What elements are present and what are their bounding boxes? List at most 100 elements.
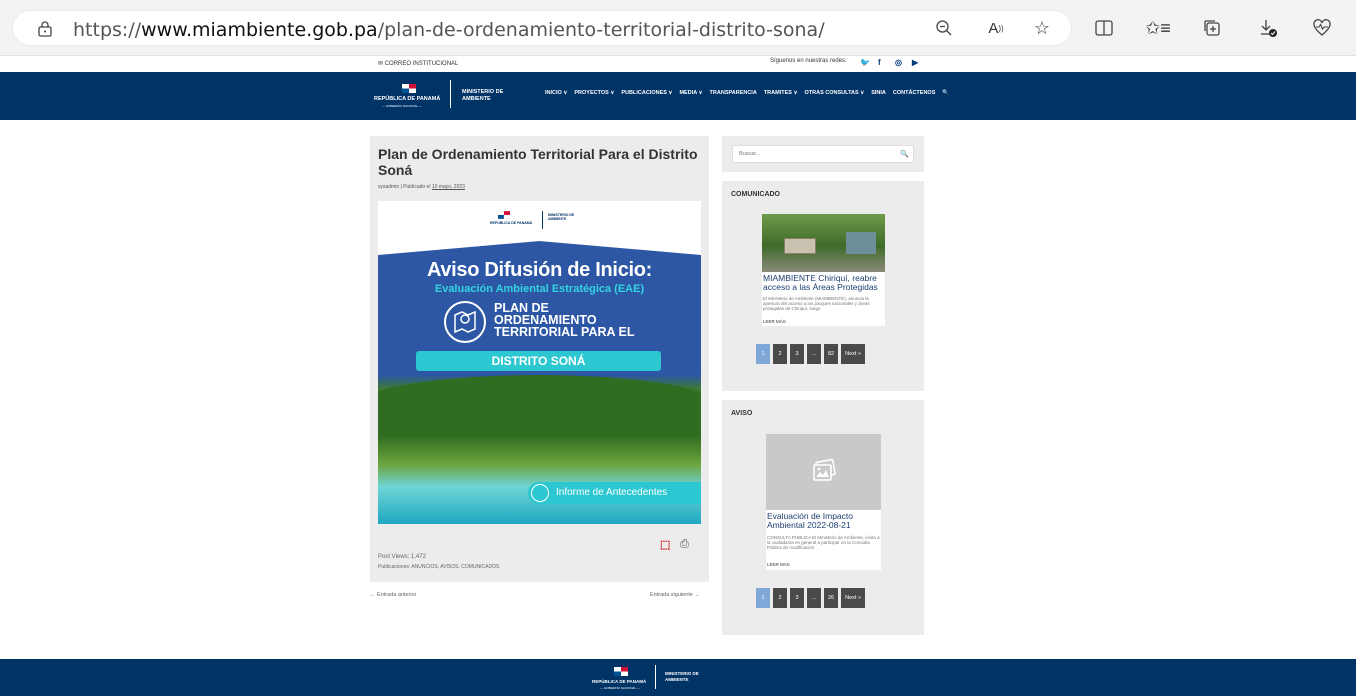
follow-label: Síguenos en nuestras redes:: [770, 58, 847, 64]
footer-republica: REPÚBLICA DE PANAMÁ: [592, 679, 647, 684]
poster-subheading: Evaluación Ambiental Estratégica (EAE): [434, 283, 645, 295]
favorites-icon[interactable]: ✩≡: [1145, 16, 1171, 40]
nav-publicaciones[interactable]: PUBLICACIONES ∨: [621, 90, 672, 96]
youtube-icon[interactable]: ▶: [912, 58, 920, 67]
site-footer: REPÚBLICA DE PANAMÁ — GOBIERNO NACIONAL …: [0, 659, 1356, 696]
page-2[interactable]: 2: [773, 344, 787, 364]
nav-inicio[interactable]: INICIO ∨: [545, 90, 567, 96]
correo-institucional-link[interactable]: ✉ CORREO INSTITUCIONAL: [378, 60, 458, 67]
ministerio-line1: MINISTERIO DE: [462, 89, 504, 95]
comunicado-card-title[interactable]: MIAMBIENTE Chiriquí, reabre acceso a las…: [763, 274, 884, 292]
poster-divider: [542, 211, 543, 229]
poster-header: [378, 201, 701, 241]
nav-sinia[interactable]: SINIA: [871, 90, 886, 96]
page-1[interactable]: 1: [756, 588, 770, 608]
main-nav: INICIO ∨ PROYECTOS ∨ PUBLICACIONES ∨ MED…: [545, 90, 949, 96]
read-aloud-icon[interactable]: A)): [984, 16, 1008, 40]
aviso-card-title[interactable]: Evaluación de Impacto Ambiental 2022-08-…: [767, 512, 880, 530]
comunicado-card-photo: [762, 214, 885, 272]
page-ellipsis: ...: [807, 588, 821, 608]
post-views: Post Views: 1,472: [378, 554, 426, 560]
page-next[interactable]: Next »: [841, 344, 866, 364]
nav-media[interactable]: MEDIA ∨: [679, 90, 702, 96]
poster-ministerio: MINISTERIO DE AMBIENTE: [548, 213, 575, 221]
footer-ministerio-line2: AMBIENTE: [665, 677, 689, 682]
poster-image[interactable]: REPÚBLICA DE PANAMÁ MINISTERIO DE AMBIEN…: [378, 201, 701, 524]
split-screen-icon[interactable]: [1092, 16, 1116, 40]
panama-flag-icon: [402, 84, 416, 93]
poster-plan-text: PLAN DE ORDENAMIENTO TERRITORIAL PARA EL: [494, 302, 635, 339]
article-title: Plan de Ordenamiento Territorial Para el…: [378, 146, 698, 178]
ministerio-line2: AMBIENTE: [462, 96, 491, 102]
next-entry-link[interactable]: Entrada siguiente →: [650, 592, 700, 598]
comunicado-widget: COMUNICADO MIAMBIENTE Chiriquí, reabre a…: [722, 181, 924, 391]
nav-otras-consultas[interactable]: OTRAS CONSULTAS ∨: [804, 90, 864, 96]
page-1[interactable]: 1: [756, 344, 770, 364]
footer-flag-icon: [614, 667, 628, 676]
aviso-widget: AVISO Evaluación de Impacto Ambiental 20…: [722, 400, 924, 635]
aviso-card[interactable]: Evaluación de Impacto Ambiental 2022-08-…: [766, 434, 881, 570]
poster-informe-label: Informe de Antecedentes: [528, 482, 701, 504]
previous-entry-link[interactable]: ← Entrada anterior: [370, 592, 416, 598]
meta-date-link[interactable]: 10 mayo, 2023: [432, 184, 465, 190]
nav-proyectos[interactable]: PROYECTOS ∨: [574, 90, 614, 96]
aviso-card-placeholder: [766, 434, 881, 510]
nav-contactenos[interactable]: CONTÁCTENOS: [893, 90, 935, 96]
favorite-star-icon[interactable]: ☆: [1030, 16, 1054, 40]
aviso-pagination: 1 2 3 ... 26 Next »: [756, 588, 866, 608]
url-path: /plan-de-ordenamiento-territorial-distri…: [377, 19, 825, 41]
building: [846, 232, 876, 254]
gobierno-text: — GOBIERNO NACIONAL —: [382, 104, 422, 108]
page-2[interactable]: 2: [773, 588, 787, 608]
comunicado-title: COMUNICADO: [731, 191, 780, 198]
pdf-icon[interactable]: ⬚: [660, 538, 672, 551]
island-forest: [378, 375, 701, 435]
address-bar[interactable]: https://www.miambiente.gob.pa/plan-de-or…: [12, 10, 1072, 46]
poster-plan-line3: TERRITORIAL PARA EL: [494, 325, 635, 339]
map-icon: [444, 301, 486, 343]
search-icon[interactable]: 🔍: [900, 150, 909, 158]
url-scheme: https://: [73, 19, 142, 41]
search-widget: [722, 136, 924, 172]
footer-divider: [655, 665, 656, 689]
page-last[interactable]: 82: [824, 344, 839, 364]
poster-wedge-left: [378, 241, 540, 255]
poster-republic: REPÚBLICA DE PANAMÁ: [490, 221, 533, 225]
downloads-icon[interactable]: [1256, 16, 1280, 40]
url-text[interactable]: https://www.miambiente.gob.pa/plan-de-or…: [73, 19, 825, 41]
poster-heading: Aviso Difusión de Inicio:: [426, 259, 653, 281]
post-categories: Publicaciones: ANUNCIOS, AVISOS, COMUNIC…: [378, 564, 500, 570]
park-sign: [784, 238, 816, 254]
twitter-icon[interactable]: 🐦: [860, 58, 870, 67]
collections-icon[interactable]: [1200, 16, 1224, 40]
zoom-out-icon[interactable]: [932, 16, 956, 40]
footer-ministerio: MINISTERIO DE AMBIENTE: [665, 671, 699, 683]
browser-toolbar: https://www.miambiente.gob.pa/plan-de-or…: [0, 0, 1356, 56]
top-strip: ✉ CORREO INSTITUCIONAL Síguenos en nuest…: [0, 56, 1356, 72]
nav-transparencia[interactable]: TRANSPARENCIA: [710, 90, 757, 96]
comunicado-card-text: El Ministerio de Ambiente (MiAMBIENTE), …: [763, 296, 870, 311]
search-input[interactable]: [732, 145, 914, 163]
aviso-read-more[interactable]: LEER MÁS: [767, 562, 790, 567]
site-info-icon[interactable]: [37, 21, 53, 37]
instagram-icon[interactable]: ◎: [895, 58, 903, 67]
poster-wedge-right: [539, 241, 701, 255]
browser-essentials-icon[interactable]: [1310, 16, 1334, 40]
ministerio-logo[interactable]: MINISTERIO DE AMBIENTE: [462, 89, 503, 103]
page-3[interactable]: 3: [790, 344, 804, 364]
print-icon[interactable]: ⎙: [680, 538, 692, 550]
comunicado-read-more[interactable]: LEER MÁS: [763, 319, 786, 324]
nav-search-icon[interactable]: 🔍: [942, 90, 949, 96]
page-next[interactable]: Next »: [841, 588, 866, 608]
republica-logo-text: REPÚBLICA DE PANAMÁ: [374, 96, 441, 102]
nav-tramites[interactable]: TRAMITES ∨: [764, 90, 798, 96]
url-host: www.miambiente.gob.pa: [141, 19, 378, 41]
comunicado-card[interactable]: MIAMBIENTE Chiriquí, reabre acceso a las…: [762, 214, 885, 326]
aviso-title: AVISO: [731, 410, 753, 417]
article: Plan de Ordenamiento Territorial Para el…: [370, 136, 709, 582]
page-last[interactable]: 26: [824, 588, 839, 608]
comunicado-pagination: 1 2 3 ... 82 Next »: [756, 344, 866, 364]
footer-gobierno: — GOBIERNO NACIONAL —: [600, 686, 640, 690]
facebook-icon[interactable]: f: [878, 58, 886, 67]
page-3[interactable]: 3: [790, 588, 804, 608]
